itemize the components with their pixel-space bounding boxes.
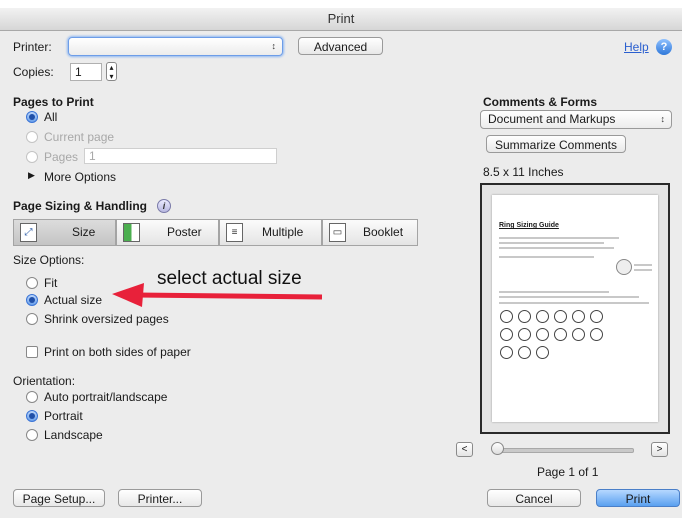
- disclosure-triangle-icon[interactable]: ▶: [28, 170, 35, 181]
- ring-circle: [518, 328, 531, 341]
- ring-circle: [536, 328, 549, 341]
- radio-auto-orientation-label: Auto portrait/landscape: [44, 390, 168, 404]
- duplex-label: Print on both sides of paper: [44, 345, 191, 359]
- paper-size-label: 8.5 x 11 Inches: [483, 165, 564, 179]
- prev-page-button[interactable]: <: [456, 442, 473, 457]
- annotation-arrow-icon: [112, 283, 323, 307]
- page-indicator: Page 1 of 1: [537, 465, 599, 479]
- radio-portrait-label: Portrait: [44, 409, 83, 423]
- radio-pages-label: Pages: [44, 150, 79, 164]
- radio-fit[interactable]: [26, 277, 38, 289]
- mode-multiple-label: Multiple: [262, 225, 304, 239]
- preview-page: Ring Sizing Guide: [492, 195, 658, 422]
- ring-circle: [554, 328, 567, 341]
- duplex-checkbox[interactable]: [26, 346, 38, 358]
- copies-label: Copies:: [13, 65, 54, 79]
- radio-shrink-oversized[interactable]: [26, 313, 38, 325]
- updown-arrows-icon: ↕: [271, 41, 277, 51]
- updown-arrows-icon: ↕: [660, 114, 666, 124]
- print-button[interactable]: Print: [596, 489, 680, 507]
- radio-fit-label: Fit: [44, 276, 58, 290]
- print-preview: Ring Sizing Guide: [480, 183, 670, 434]
- summarize-comments-button[interactable]: Summarize Comments: [486, 135, 626, 153]
- booklet-icon: ▭: [329, 223, 346, 242]
- pages-to-print-heading: Pages to Print: [13, 95, 94, 109]
- mode-size-label: Size: [72, 225, 96, 239]
- cancel-button[interactable]: Cancel: [487, 489, 581, 507]
- radio-landscape-label: Landscape: [44, 428, 103, 442]
- radio-actual-size[interactable]: [26, 294, 38, 306]
- size-icon: ⤢: [20, 223, 37, 242]
- mode-poster-label: Poster: [167, 225, 202, 239]
- copies-input[interactable]: 1: [70, 63, 102, 81]
- ring-circle: [554, 310, 567, 323]
- top-strip: [0, 0, 682, 8]
- radio-all-label: All: [44, 110, 58, 124]
- next-page-button[interactable]: >: [651, 442, 668, 457]
- ring-circle: [572, 328, 585, 341]
- pages-range-input[interactable]: 1: [84, 148, 277, 164]
- radio-current-page-label: Current page: [44, 130, 115, 144]
- printer-button[interactable]: Printer...: [118, 489, 202, 507]
- ring-circle: [518, 346, 531, 359]
- ring-sizer-icon: [616, 259, 632, 275]
- orientation-label: Orientation:: [13, 374, 76, 388]
- comments-forms-value: Document and Markups: [488, 112, 616, 126]
- radio-current-page[interactable]: [26, 131, 38, 143]
- radio-actual-size-label: Actual size: [44, 293, 103, 307]
- page-sizing-heading: Page Sizing & Handling: [13, 199, 148, 213]
- help-link[interactable]: Help: [624, 40, 649, 54]
- radio-pages[interactable]: [26, 151, 38, 163]
- poster-icon: [123, 223, 140, 242]
- radio-portrait[interactable]: [26, 410, 38, 422]
- comments-forms-heading: Comments & Forms: [483, 95, 598, 109]
- preview-doc-title: Ring Sizing Guide: [499, 222, 559, 229]
- radio-auto-orientation[interactable]: [26, 391, 38, 403]
- ring-circle: [590, 310, 603, 323]
- page-slider-track[interactable]: [492, 448, 634, 453]
- mode-poster-button[interactable]: Poster: [116, 219, 219, 246]
- window-title: Print: [327, 11, 355, 26]
- radio-landscape[interactable]: [26, 429, 38, 441]
- info-icon[interactable]: i: [157, 199, 171, 213]
- mode-multiple-button[interactable]: ≡ Multiple: [219, 219, 322, 246]
- window-titlebar: Print: [0, 8, 682, 31]
- size-options-label: Size Options:: [13, 253, 85, 267]
- ring-circle: [572, 310, 585, 323]
- ring-circle: [590, 328, 603, 341]
- advanced-button[interactable]: Advanced: [298, 37, 383, 55]
- mode-booklet-button[interactable]: ▭ Booklet: [322, 219, 418, 246]
- printer-select[interactable]: ↕: [68, 37, 283, 56]
- ring-circle: [518, 310, 531, 323]
- printer-label: Printer:: [13, 40, 52, 54]
- comments-forms-select[interactable]: Document and Markups ↕: [480, 110, 672, 129]
- page-slider-thumb[interactable]: [491, 442, 504, 455]
- ring-circle: [500, 310, 513, 323]
- more-options-toggle[interactable]: More Options: [44, 170, 116, 184]
- radio-all[interactable]: [26, 111, 38, 123]
- help-icon[interactable]: ?: [656, 39, 672, 55]
- radio-shrink-oversized-label: Shrink oversized pages: [44, 312, 169, 326]
- ring-circle: [536, 346, 549, 359]
- copies-stepper[interactable]: ▴ ▾: [106, 62, 117, 81]
- page-setup-button[interactable]: Page Setup...: [13, 489, 105, 507]
- ring-circle: [500, 346, 513, 359]
- mode-size-button[interactable]: ⤢ Size: [13, 219, 116, 246]
- ring-circle: [500, 328, 513, 341]
- ring-circle: [536, 310, 549, 323]
- multiple-icon: ≡: [226, 223, 243, 242]
- mode-booklet-label: Booklet: [363, 225, 404, 239]
